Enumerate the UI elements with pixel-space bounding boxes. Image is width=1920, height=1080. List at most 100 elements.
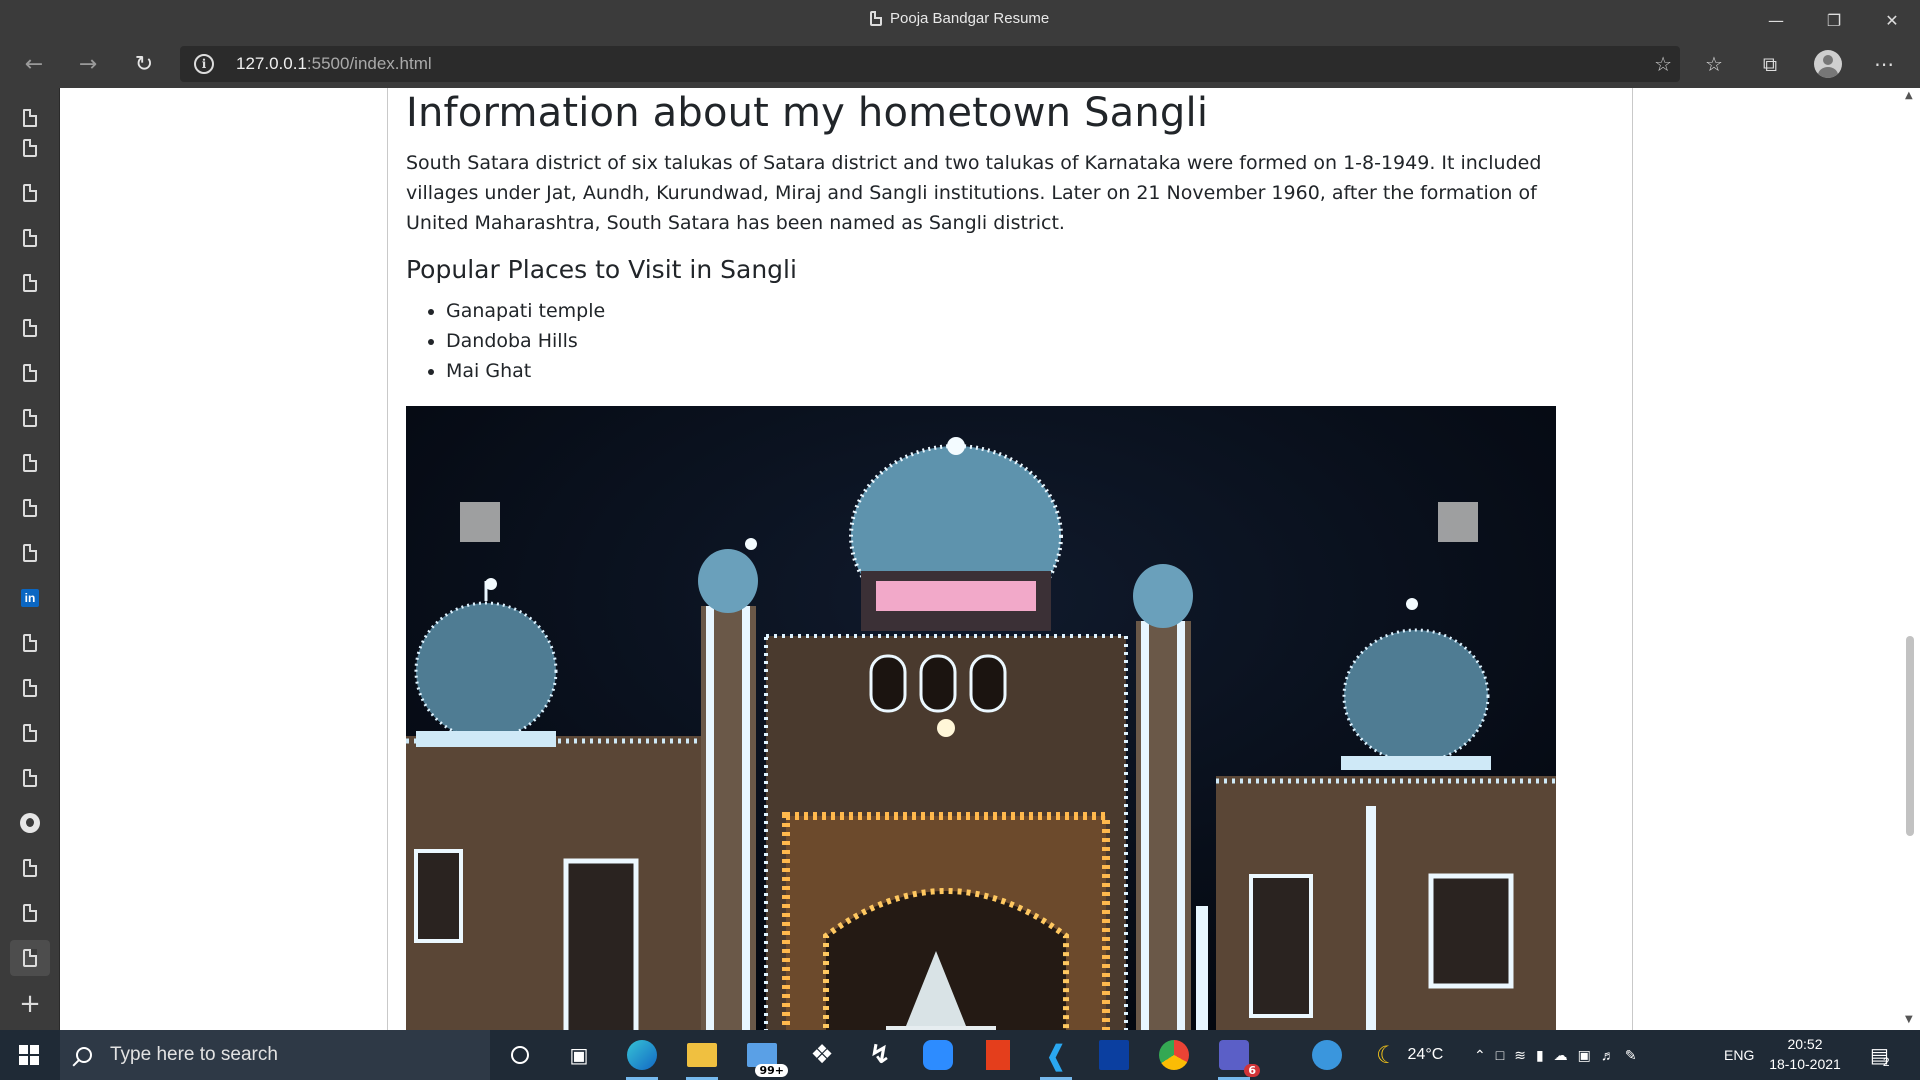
weather-temp: 24°C: [1407, 1046, 1444, 1063]
page-title: Information about my hometown Sangli: [406, 90, 1209, 136]
vertical-tab-active[interactable]: [10, 940, 50, 976]
favorites-icon[interactable]: ☆: [1694, 46, 1734, 82]
onedrive-icon[interactable]: ☁: [1554, 1047, 1568, 1064]
page-icon: [23, 904, 37, 922]
site-info-icon[interactable]: i: [194, 54, 214, 74]
mail-badge: 99+: [755, 1064, 788, 1077]
mail-icon[interactable]: 99+: [738, 1035, 788, 1077]
vertical-tab-18[interactable]: [10, 895, 50, 931]
cortana-icon[interactable]: [496, 1035, 544, 1075]
close-window-button[interactable]: ✕: [1864, 0, 1920, 40]
vertical-tab-10[interactable]: [10, 535, 50, 571]
new-tab-button[interactable]: +: [10, 986, 50, 1022]
url-path: :5500/index.html: [306, 54, 432, 73]
dropbox-icon[interactable]: ❖: [798, 1035, 846, 1075]
page-icon: [23, 409, 37, 427]
power-automate-icon[interactable]: ↯: [856, 1035, 904, 1075]
content-container: Information about my hometown Sangli Sou…: [387, 88, 1633, 1030]
vertical-tab-2[interactable]: [10, 175, 50, 211]
vertical-tab-github[interactable]: [10, 805, 50, 841]
forward-button[interactable]: →: [70, 46, 106, 82]
page-icon: [23, 184, 37, 202]
system-tray-icons[interactable]: ⌃ □ ≋ ▮ ☁ ▣ ♬ ✎: [1474, 1030, 1637, 1080]
page-scrollbar[interactable]: ▲ ▼: [1900, 88, 1920, 1030]
plus-icon: +: [19, 989, 41, 1019]
page-icon: [23, 859, 37, 877]
vertical-tab-linkedin[interactable]: in: [10, 580, 50, 616]
page-icon: [23, 454, 37, 472]
page-error-icon: [23, 679, 37, 697]
wifi-icon[interactable]: ≋: [1514, 1047, 1526, 1064]
scroll-up-icon[interactable]: ▲: [1905, 90, 1913, 101]
clock-time: 20:52: [1787, 1036, 1823, 1052]
url-text[interactable]: 127.0.0.1:5500/index.html: [236, 54, 432, 74]
start-button[interactable]: [0, 1030, 58, 1080]
dev-icon[interactable]: [1090, 1035, 1138, 1075]
taskbar-search-box[interactable]: Type here to search: [60, 1030, 490, 1080]
address-bar[interactable]: i 127.0.0.1:5500/index.html ☆: [180, 46, 1680, 82]
vertical-tab-1[interactable]: [10, 130, 50, 166]
volume-icon[interactable]: ♬: [1601, 1047, 1615, 1063]
help-icon[interactable]: [1312, 1030, 1342, 1080]
vertical-tab-13[interactable]: [10, 670, 50, 706]
battery-icon[interactable]: ▮: [1536, 1047, 1544, 1064]
refresh-button[interactable]: ↻: [126, 46, 162, 82]
page-icon: [23, 724, 37, 742]
page-icon: [23, 364, 37, 382]
scroll-thumb[interactable]: [1906, 636, 1914, 836]
page-icon: [23, 769, 37, 787]
vertical-tab-5[interactable]: [10, 310, 50, 346]
vertical-tab-4[interactable]: [10, 265, 50, 301]
back-button[interactable]: ←: [16, 46, 52, 82]
teams-icon[interactable]: 6: [1210, 1035, 1260, 1080]
pen-icon[interactable]: ✎: [1625, 1047, 1637, 1064]
window-title: Pooja Bandgar Resume: [890, 10, 1050, 27]
url-host: 127.0.0.1: [236, 54, 307, 73]
profile-button[interactable]: [1808, 46, 1848, 82]
weather-widget[interactable]: ☾ 24°C: [1376, 1030, 1443, 1080]
office-icon[interactable]: [974, 1035, 1022, 1075]
vertical-tab-8[interactable]: [10, 445, 50, 481]
chrome-icon[interactable]: [1150, 1035, 1198, 1075]
task-view-icon[interactable]: ▣: [555, 1035, 603, 1075]
minimize-button[interactable]: —: [1748, 0, 1804, 40]
clock-date: 18-10-2021: [1769, 1056, 1841, 1072]
page-icon: [23, 229, 37, 247]
edge-taskbar-icon[interactable]: [618, 1035, 666, 1080]
carousel-prev-button[interactable]: [460, 502, 500, 542]
vertical-tab-12[interactable]: [10, 625, 50, 661]
vertical-tab-9[interactable]: [10, 490, 50, 526]
page-icon: [23, 544, 37, 562]
display-icon[interactable]: ▣: [1578, 1047, 1591, 1064]
meet-now-icon[interactable]: □: [1496, 1047, 1504, 1063]
vertical-tab-14[interactable]: [10, 715, 50, 751]
places-heading: Popular Places to Visit in Sangli: [406, 255, 797, 284]
vertical-tab-17[interactable]: [10, 850, 50, 886]
page-document-icon: [870, 11, 882, 26]
hometown-paragraph: South Satara district of six talukas of …: [406, 152, 1542, 234]
vertical-tabs-sidebar: in +: [0, 88, 60, 1030]
temple-illustration: [406, 406, 1556, 1030]
carousel-next-button[interactable]: [1438, 502, 1478, 542]
vertical-tab-6[interactable]: [10, 355, 50, 391]
zoom-icon[interactable]: [914, 1035, 962, 1075]
notifications-button[interactable]: ▤ 2: [1870, 1030, 1890, 1080]
file-explorer-icon[interactable]: [678, 1035, 726, 1080]
vertical-tab-3[interactable]: [10, 220, 50, 256]
restore-button[interactable]: ❐: [1806, 0, 1862, 40]
add-favorite-icon[interactable]: ☆: [1654, 52, 1672, 76]
taskbar-clock[interactable]: 20:52 18-10-2021: [1750, 1034, 1860, 1074]
teams-badge: 6: [1244, 1064, 1260, 1077]
browser-toolbar: ← → ↻ i 127.0.0.1:5500/index.html ☆ ☆ ⧉ …: [0, 40, 1920, 88]
more-menu-icon[interactable]: ⋯: [1864, 46, 1904, 82]
browser-window: Pooja Bandgar Resume — ❐ ✕ ← → ↻ i 127.0…: [0, 0, 1920, 1080]
vertical-tab-15[interactable]: [10, 760, 50, 796]
linkedin-icon: in: [21, 589, 39, 607]
vscode-icon[interactable]: ❰: [1032, 1035, 1080, 1080]
vertical-tab-7[interactable]: [10, 400, 50, 436]
list-item: Mai Ghat: [446, 356, 605, 386]
show-hidden-icons-chevron-icon[interactable]: ⌃: [1474, 1047, 1486, 1064]
search-icon: [76, 1047, 92, 1063]
collections-icon[interactable]: ⧉: [1750, 46, 1790, 82]
scroll-down-icon[interactable]: ▼: [1905, 1014, 1913, 1025]
